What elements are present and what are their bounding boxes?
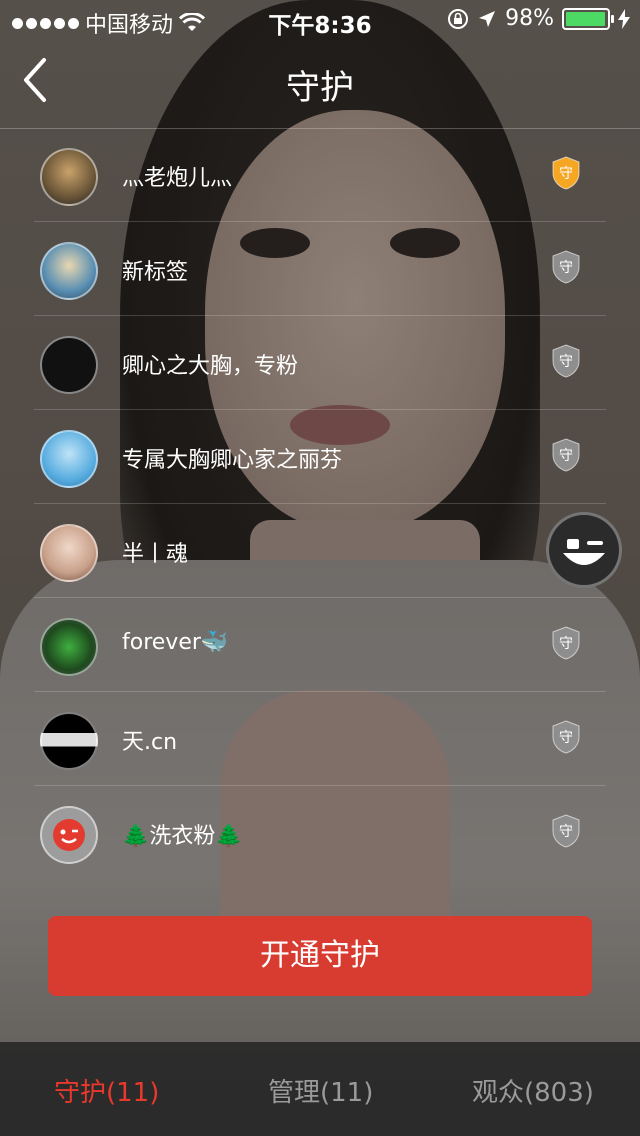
list-item[interactable]: 半丨魂 xyxy=(0,504,640,598)
wink-face-icon xyxy=(563,539,605,565)
user-name: 新标签 xyxy=(122,260,189,285)
location-icon xyxy=(479,10,496,27)
svg-text:守: 守 xyxy=(559,636,573,652)
tab-bar: 守护(11) 管理(11) 观众(803) xyxy=(0,1042,640,1136)
avatar[interactable] xyxy=(40,618,98,676)
tab-guard[interactable]: 守护(11) xyxy=(54,1072,159,1109)
guard-badge-icon: 守 xyxy=(552,250,580,284)
avatar[interactable] xyxy=(40,430,98,488)
list-item[interactable]: 灬老炮儿灬 守 xyxy=(0,128,640,222)
charging-icon xyxy=(618,8,630,29)
avatar[interactable] xyxy=(40,524,98,582)
battery-percent: 98% xyxy=(505,6,554,31)
user-name: 🌲洗衣粉🌲 xyxy=(122,824,243,849)
user-name: 卿心之大胸，专粉 xyxy=(122,354,299,379)
list-item[interactable]: 新标签 守 xyxy=(0,222,640,316)
svg-text:守: 守 xyxy=(559,260,573,276)
list-item[interactable]: 专属大胸卿心家之丽芬 守 xyxy=(0,410,640,504)
status-bar: 中国移动 下午8:36 98% xyxy=(0,0,640,40)
list-item[interactable]: 🌲洗衣粉🌲 守 xyxy=(0,786,640,880)
tab-audience[interactable]: 观众(803) xyxy=(472,1072,594,1109)
battery-icon xyxy=(562,7,614,30)
tab-manage[interactable]: 管理(11) xyxy=(268,1072,373,1109)
svg-text:守: 守 xyxy=(559,824,573,840)
emoji-float-button[interactable] xyxy=(546,512,622,588)
page-title: 守护 xyxy=(286,68,354,108)
avatar[interactable] xyxy=(40,242,98,300)
open-guard-button[interactable]: 开通守护 xyxy=(48,916,592,996)
guardian-list: 灬老炮儿灬 守 新标签 守 卿心之大胸，专粉 守 专属大胸卿心家之丽芬 守 半丨… xyxy=(0,128,640,880)
user-name: 灬老炮儿灬 xyxy=(122,166,233,191)
avatar[interactable] xyxy=(40,148,98,206)
user-name: forever🐳 xyxy=(122,630,229,655)
nav-bar: 守护 xyxy=(0,40,640,129)
user-name: 专属大胸卿心家之丽芬 xyxy=(122,448,343,473)
guard-badge-icon: 守 xyxy=(552,626,580,660)
user-name: 天.cn xyxy=(122,730,178,755)
default-avatar-icon xyxy=(53,819,85,851)
user-name: 半丨魂 xyxy=(122,542,189,567)
guard-badge-icon: 守 xyxy=(552,814,580,848)
orientation-lock-icon xyxy=(448,8,469,29)
guard-badge-icon: 守 xyxy=(552,344,580,378)
svg-text:守: 守 xyxy=(559,354,573,370)
list-item[interactable]: 卿心之大胸，专粉 守 xyxy=(0,316,640,410)
guard-badge-icon: 守 xyxy=(552,438,580,472)
list-item[interactable]: 天.cn 守 xyxy=(0,692,640,786)
svg-text:守: 守 xyxy=(559,730,573,746)
avatar[interactable] xyxy=(40,806,98,864)
guard-badge-icon: 守 xyxy=(552,720,580,754)
svg-text:守: 守 xyxy=(559,448,573,464)
avatar[interactable] xyxy=(40,336,98,394)
guard-badge-icon: 守 xyxy=(552,156,580,190)
avatar[interactable] xyxy=(40,712,98,770)
list-item[interactable]: forever🐳 守 xyxy=(0,598,640,692)
svg-text:守: 守 xyxy=(559,166,573,182)
